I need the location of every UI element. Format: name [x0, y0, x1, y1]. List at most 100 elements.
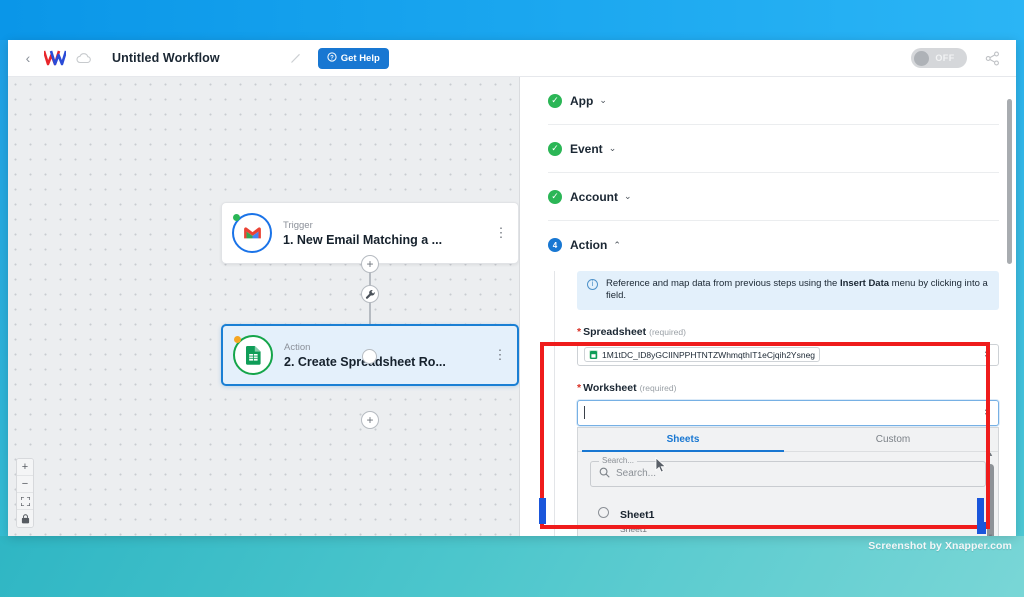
spreadsheet-value-chip[interactable]: 1M1tDC_ID8yGCIINPPHTNTZWhmqthIT1eCjqih2Y…: [584, 347, 821, 363]
insert-data-info-banner: i Reference and map data from previous s…: [577, 271, 999, 310]
get-help-button[interactable]: ? Get Help: [317, 47, 389, 69]
action-name-label: 2. Create Spreadsheet Ro...: [284, 354, 446, 369]
section-app-label: App: [570, 93, 594, 108]
spreadsheet-field-label: * Spreadsheet (required): [577, 326, 999, 338]
fit-to-screen-button[interactable]: [17, 493, 33, 510]
tab-custom[interactable]: Custom: [788, 428, 998, 451]
screenshot-root: ‹ Untitled Workflow ? Get Help OFF Trigg…: [0, 0, 1024, 597]
canvas-zoom-toolbar: + −: [16, 458, 34, 528]
chevron-up-icon[interactable]: ⌃: [613, 240, 621, 251]
chevron-down-icon[interactable]: ⌄: [599, 95, 607, 106]
worksheet-dropdown: Sheets Custom Search... Search... Sheet1…: [577, 426, 999, 536]
gmail-icon: [242, 223, 262, 243]
workflow-enable-toggle[interactable]: OFF: [911, 48, 967, 68]
trigger-status-dot: [233, 214, 240, 221]
dropdown-scrollbar[interactable]: ▲ ▼: [987, 452, 994, 536]
scroll-up-arrow-icon[interactable]: ▲: [987, 452, 994, 458]
spreadsheet-input[interactable]: 1M1tDC_ID8yGCIINPPHTNTZWhmqthIT1eCjqih2Y…: [577, 343, 999, 366]
list-item[interactable]: Sheet1 Sheet1: [590, 497, 986, 536]
radio-button-icon[interactable]: [598, 506, 609, 518]
worksheet-label-text: Worksheet: [583, 381, 637, 394]
back-button[interactable]: ‹: [20, 49, 36, 67]
panel-scrollbar[interactable]: [1007, 87, 1012, 517]
node-anchor-dot[interactable]: [362, 349, 377, 364]
help-circle-icon: ?: [327, 51, 337, 65]
action-text: Action 2. Create Spreadsheet Ro...: [284, 342, 493, 369]
background-left-band: [0, 40, 8, 536]
zoom-out-button[interactable]: −: [17, 476, 33, 493]
app-header: ‹ Untitled Workflow ? Get Help OFF: [8, 40, 1016, 77]
cloud-sync-icon: [76, 52, 92, 64]
step-config-panel: ✓ App ⌄ ✓ Event ⌄ ✓ Account ⌄ 4 Action ⌃…: [520, 77, 1015, 536]
google-sheets-icon: [243, 345, 263, 365]
workflow-logo-icon: [44, 50, 66, 66]
trigger-more-menu-icon[interactable]: ⋮: [494, 225, 508, 241]
chevron-down-icon[interactable]: ⌄: [624, 191, 632, 202]
option-title: Sheet1: [620, 508, 655, 521]
action-more-menu-icon[interactable]: ⋮: [493, 347, 507, 363]
trigger-name-label: 1. New Email Matching a ...: [283, 232, 443, 247]
dropdown-option-list: Sheet1 Sheet1: [578, 495, 998, 536]
section-action-label: Action: [570, 238, 608, 252]
share-icon[interactable]: [985, 51, 1000, 66]
scroll-down-arrow-icon[interactable]: ▼: [987, 534, 994, 536]
app-window: ‹ Untitled Workflow ? Get Help OFF Trigg…: [8, 40, 1016, 536]
required-star: *: [577, 381, 582, 394]
action-icon-wrap: [233, 335, 273, 375]
worksheet-stepper-icon[interactable]: ▲ ▼: [982, 406, 992, 419]
get-help-label: Get Help: [340, 52, 380, 64]
spreadsheet-value-text: 1M1tDC_ID8yGCIINPPHTNTZWhmqthIT1eCjqih2Y…: [602, 349, 816, 360]
section-account-label: Account: [570, 189, 618, 204]
dropdown-tabs: Sheets Custom: [578, 428, 998, 452]
search-placeholder-text: Search...: [616, 468, 657, 480]
option-subtitle: Sheet1: [620, 523, 647, 534]
spreadsheet-required-note: (required): [649, 326, 686, 337]
workflow-title: Untitled Workflow: [112, 51, 220, 65]
sheets-chip-icon: [589, 350, 598, 360]
worksheet-input[interactable]: ▲ ▼: [577, 399, 999, 426]
trigger-text: Trigger 1. New Email Matching a ...: [283, 220, 494, 247]
info-text-before: Reference and map data from previous ste…: [606, 278, 840, 289]
action-step-number-badge: 4: [548, 238, 562, 252]
trigger-kind-label: Trigger: [283, 219, 313, 231]
chevron-down-icon[interactable]: ⌄: [609, 143, 617, 154]
section-account[interactable]: ✓ Account ⌄: [548, 173, 999, 221]
panel-inner: ✓ App ⌄ ✓ Event ⌄ ✓ Account ⌄ 4 Action ⌃…: [520, 77, 1015, 536]
edit-title-icon[interactable]: [290, 52, 302, 64]
app-complete-check-icon: ✓: [548, 93, 562, 108]
toggle-knob: [914, 50, 929, 66]
dropdown-search-input[interactable]: Search... Search...: [590, 455, 986, 487]
panel-scroll-thumb[interactable]: [1007, 99, 1012, 264]
background-right-band: [1016, 40, 1024, 536]
svg-text:?: ?: [330, 55, 334, 61]
app-body: Trigger 1. New Email Matching a ... ⋮ + …: [8, 77, 1016, 536]
info-text-bold: Insert Data: [839, 278, 890, 289]
search-icon: [599, 465, 610, 483]
lock-canvas-button[interactable]: [17, 510, 33, 527]
spreadsheet-label-text: Spreadsheet: [583, 325, 647, 338]
section-event[interactable]: ✓ Event ⌄: [548, 125, 999, 173]
trigger-icon-wrap: [232, 213, 272, 253]
dropdown-scroll-thumb[interactable]: [987, 463, 994, 536]
workflow-canvas[interactable]: Trigger 1. New Email Matching a ... ⋮ + …: [8, 77, 520, 536]
add-step-bottom-button[interactable]: +: [361, 411, 379, 429]
action-form: i Reference and map data from previous s…: [554, 271, 999, 536]
section-action[interactable]: 4 Action ⌃: [548, 221, 999, 269]
search-legend-label: Search...: [599, 455, 638, 465]
wrench-tool-icon[interactable]: [361, 285, 379, 303]
worksheet-required-note: (required): [639, 382, 677, 393]
info-circle-icon: i: [587, 279, 598, 290]
spreadsheet-stepper-icon[interactable]: ▲ ▼: [982, 348, 992, 361]
background-top-band: [0, 0, 1024, 40]
dropdown-search-wrap: Search... Search...: [578, 452, 998, 495]
section-event-label: Event: [570, 141, 603, 156]
zoom-in-button[interactable]: +: [17, 459, 33, 476]
action-kind-label: Action: [284, 341, 311, 353]
screenshot-watermark: Screenshot by Xnapper.com: [868, 540, 1012, 552]
tab-sheets[interactable]: Sheets: [578, 428, 788, 452]
section-app[interactable]: ✓ App ⌄: [548, 77, 999, 125]
info-banner-text: Reference and map data from previous ste…: [606, 278, 989, 303]
add-step-top-button[interactable]: +: [361, 255, 379, 273]
option-text-wrap: Sheet1 Sheet1: [620, 505, 654, 534]
event-complete-check-icon: ✓: [548, 141, 562, 156]
